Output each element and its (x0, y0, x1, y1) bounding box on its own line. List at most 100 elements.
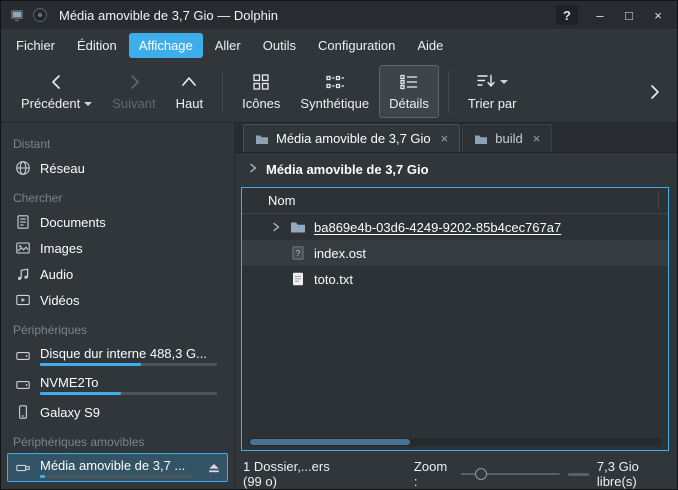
file-row-folder[interactable]: ba869e4b-03d6-4249-9202-85b4cec767a7 (242, 214, 668, 240)
menu-edition[interactable]: Édition (67, 33, 127, 58)
zoom-slider-handle[interactable] (475, 468, 487, 480)
maximize-button[interactable]: □ (618, 5, 640, 25)
horizontal-scrollbar-thumb[interactable] (250, 439, 410, 445)
sort-icon (476, 71, 496, 94)
horizontal-scrollbar[interactable] (248, 438, 662, 446)
sidebar-item-videos[interactable]: Vidéos (7, 287, 228, 313)
eject-button[interactable] (206, 460, 222, 476)
free-space-label: 7,3 Gio libre(s) (597, 459, 665, 489)
file-row-toto-txt[interactable]: toto.txt (242, 266, 668, 292)
documents-icon (15, 214, 31, 230)
svg-text:?: ? (296, 248, 301, 258)
sidebar-item-internal-drive[interactable]: Disque dur interne 488,3 G... (7, 341, 228, 370)
sidebar-item-removable-media[interactable]: Média amovible de 3,7 ... (7, 453, 228, 482)
compact-view-label: Synthétique (300, 96, 369, 111)
file-view: Nom ba869e4b-03d6-4249-9202-85b4cec767a7 (241, 187, 669, 451)
menu-aide[interactable]: Aide (407, 33, 453, 58)
tab-label: build (495, 131, 522, 146)
forward-label: Suivant (112, 96, 155, 111)
file-name[interactable]: ba869e4b-03d6-4249-9202-85b4cec767a7 (314, 220, 561, 235)
up-label: Haut (176, 96, 203, 111)
sort-caret-icon (500, 80, 508, 84)
sidebar-item-documents[interactable]: Documents (7, 209, 228, 235)
toolbar-separator (448, 71, 449, 113)
help-button[interactable]: ? (556, 5, 578, 25)
back-history-caret-icon (84, 102, 92, 106)
audio-icon (15, 266, 31, 282)
compact-view-icon (325, 72, 345, 92)
sidebar-item-images[interactable]: Images (7, 235, 228, 261)
details-view-icon (399, 72, 419, 92)
capacity-bar (40, 475, 193, 478)
unknown-file-icon: ? (290, 245, 306, 261)
up-button[interactable]: Haut (166, 65, 213, 118)
tab-label: Média amovible de 3,7 Gio (276, 131, 431, 146)
icons-view-button[interactable]: Icônes (232, 65, 290, 118)
column-header-nom[interactable]: Nom (242, 188, 668, 214)
minimize-button[interactable]: – (589, 5, 611, 25)
compact-view-button[interactable]: Synthétique (290, 65, 379, 118)
view-container: Nom ba869e4b-03d6-4249-9202-85b4cec767a7 (235, 185, 677, 459)
sidebar-item-galaxy-s9[interactable]: Galaxy S9 (7, 399, 228, 425)
sort-by-label: Trier par (468, 96, 517, 111)
file-name[interactable]: index.ost (314, 246, 366, 261)
harddrive-icon (15, 377, 31, 393)
column-separator (658, 191, 659, 210)
forward-icon (124, 72, 144, 92)
sidebar-item-reseau[interactable]: Réseau (7, 155, 228, 181)
folder-icon (474, 132, 488, 146)
app-icon (9, 7, 25, 23)
zoom-slider[interactable] (461, 467, 560, 481)
zoom-label: Zoom : (414, 459, 452, 489)
sort-by-button[interactable]: Trier par (458, 65, 527, 118)
menu-affichage[interactable]: Affichage (129, 33, 203, 58)
items-summary: 1 Dossier,...ers (99 o) (243, 459, 344, 489)
section-header-peripheriques: Périphériques (13, 323, 222, 339)
file-name[interactable]: toto.txt (314, 272, 353, 287)
tab-close-button[interactable]: × (533, 131, 541, 146)
phone-icon (15, 404, 31, 420)
menu-aller[interactable]: Aller (205, 33, 251, 58)
tab-close-button[interactable]: × (441, 131, 449, 146)
back-button[interactable]: Précédent (11, 65, 102, 118)
folder-icon (255, 132, 269, 146)
icons-view-label: Icônes (242, 96, 280, 111)
section-header-peripheriques-amovibles: Périphériques amovibles (13, 435, 222, 451)
menu-outils[interactable]: Outils (253, 33, 306, 58)
tab-media-amovible[interactable]: Média amovible de 3,7 Gio × (243, 124, 460, 152)
toolbar-overflow-button[interactable] (643, 79, 667, 105)
usb-drive-icon (15, 460, 31, 476)
free-space-bar (568, 473, 589, 476)
toolbar-separator (222, 71, 223, 113)
toolbar: Précédent Suivant Haut Icônes Synthétiq (1, 61, 677, 123)
capacity-bar (40, 363, 217, 366)
section-header-chercher: Chercher (13, 191, 222, 207)
icons-view-icon (251, 72, 271, 92)
details-view-button[interactable]: Détails (379, 65, 439, 118)
menu-configuration[interactable]: Configuration (308, 33, 405, 58)
titlebar[interactable]: Média amovible de 3,7 Gio — Dolphin ? – … (1, 1, 677, 29)
menubar: Fichier Édition Affichage Aller Outils C… (1, 29, 677, 61)
menu-fichier[interactable]: Fichier (6, 33, 65, 58)
sidebar-item-audio[interactable]: Audio (7, 261, 228, 287)
videos-icon (15, 292, 31, 308)
window-title: Média amovible de 3,7 Gio — Dolphin (59, 8, 549, 23)
back-label: Précédent (21, 96, 80, 111)
forward-button[interactable]: Suivant (102, 65, 165, 118)
sidebar-item-nvme2to[interactable]: NVME2To (7, 370, 228, 399)
tab-build[interactable]: build × (462, 124, 552, 152)
breadcrumb-location[interactable]: Média amovible de 3,7 Gio (266, 162, 429, 177)
file-row-index-ost[interactable]: ? index.ost (242, 240, 668, 266)
tab-bar: Média amovible de 3,7 Gio × build × (235, 123, 677, 153)
chevron-right-icon (247, 162, 259, 177)
close-button[interactable]: × (647, 5, 669, 25)
text-file-icon (290, 271, 306, 287)
network-icon (15, 160, 31, 176)
breadcrumb: Média amovible de 3,7 Gio (235, 153, 677, 185)
up-icon (179, 72, 199, 92)
section-header-distant: Distant (13, 137, 222, 153)
zoom-control: Zoom : (414, 459, 560, 489)
back-icon (47, 72, 67, 92)
expand-chevron-icon[interactable] (268, 221, 284, 233)
free-space: 7,3 Gio libre(s) (568, 459, 665, 489)
